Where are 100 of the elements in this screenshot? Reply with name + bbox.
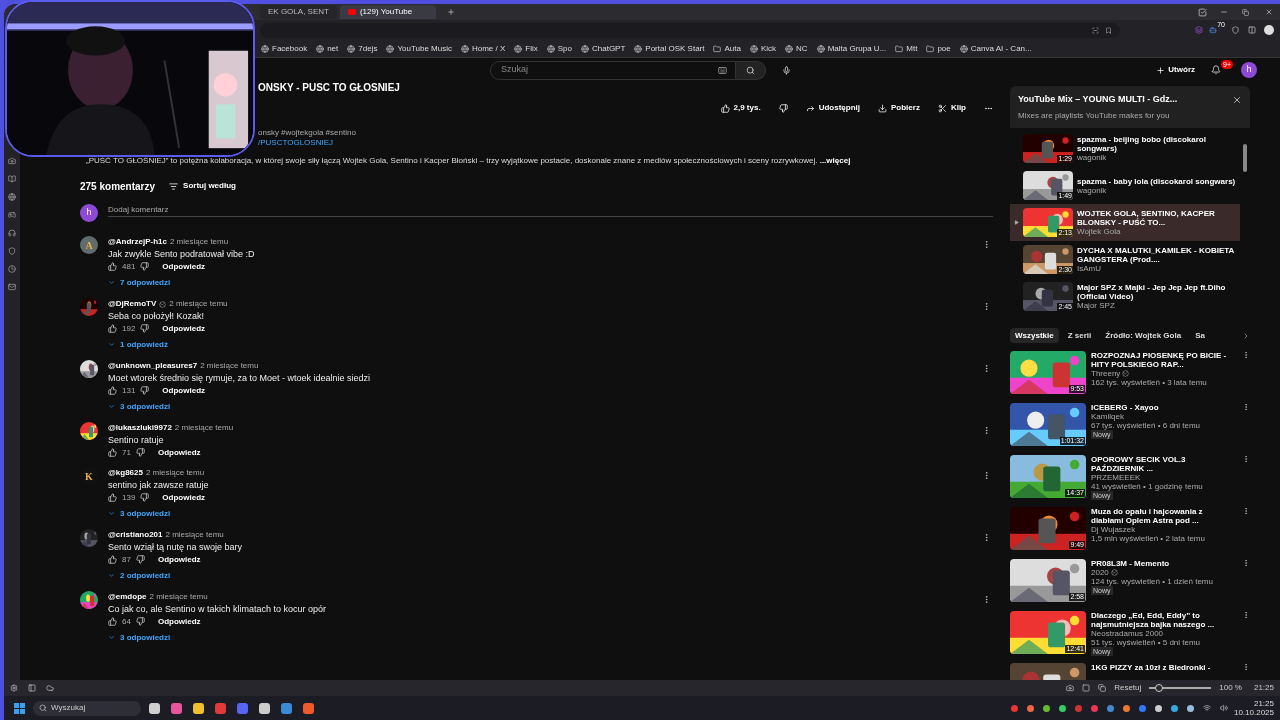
filter-chip[interactable]: Sa <box>1190 328 1210 343</box>
more-link[interactable]: ...więcej <box>819 156 851 166</box>
bookmark-item[interactable]: Home / X <box>460 42 506 55</box>
dislike-icon[interactable] <box>135 448 145 457</box>
dislike-icon[interactable] <box>135 617 145 626</box>
comment-author[interactable]: @cristiano201 <box>108 529 163 541</box>
user-avatar[interactable]: h <box>1241 62 1257 78</box>
hashtags[interactable]: onsky #wojtekgola #sentino <box>258 128 356 138</box>
channel-name[interactable]: Dj Wujaszek <box>1091 525 1136 534</box>
video-title[interactable]: OPOROWY SECIK VOL.3 PAŹDZIERNIK ... <box>1091 455 1237 473</box>
link[interactable]: /PUSCTOGLOSNIEJ <box>258 138 333 148</box>
taskbar-search-field[interactable]: Wyszukaj <box>33 700 141 716</box>
sidebar-app-icon[interactable] <box>8 229 16 237</box>
app-icon[interactable] <box>193 702 204 714</box>
channel-name[interactable]: 2020 <box>1091 568 1109 577</box>
address-field[interactable] <box>260 22 1120 38</box>
close-icon[interactable] <box>1232 95 1242 105</box>
bookmark-item[interactable]: Portal OSK Start <box>634 42 705 55</box>
bookmark-item[interactable]: poe <box>926 42 951 55</box>
comment-field[interactable]: Dodaj komentarz <box>108 204 993 217</box>
search-button[interactable] <box>736 60 766 80</box>
video-title[interactable]: PR08L3M - Memento <box>1091 559 1237 568</box>
video-title[interactable]: ROZPOZNAJ PIOSENKĘ PO BICIE - HITY POLSKIEGO RAP... <box>1091 351 1237 369</box>
more-icon[interactable] <box>1242 403 1250 411</box>
channel-name[interactable]: Threeny <box>1091 369 1121 378</box>
bookmark-item[interactable]: Mtt <box>895 42 918 55</box>
panel-icon[interactable] <box>28 684 36 692</box>
comment-author[interactable]: @lukaszluki9972 <box>108 422 172 434</box>
bookmark-item[interactable]: Canva AI - Can... <box>959 42 1032 55</box>
like-icon[interactable] <box>108 448 117 457</box>
replies-toggle[interactable]: 2 odpowiedzi <box>108 571 171 580</box>
checklist-icon[interactable] <box>1198 7 1207 17</box>
comment-time[interactable]: 2 miesiące temu <box>200 360 259 372</box>
video-title[interactable]: Dlaczego „Ed, Edd, Eddy” to najsmutniejsza bajka naszego ... <box>1091 611 1237 629</box>
more-icon[interactable] <box>1242 351 1250 359</box>
reply-button[interactable]: Odpowiedz <box>162 324 206 333</box>
more-icon[interactable] <box>1242 611 1250 619</box>
replies-toggle[interactable]: 7 odpowiedzi <box>108 278 171 287</box>
sidebar-app-icon[interactable] <box>8 175 16 183</box>
reply-button[interactable]: Odpowiedz <box>162 386 206 395</box>
sidebar-app-icon[interactable] <box>8 283 16 291</box>
more-icon[interactable] <box>982 302 991 311</box>
next-icon[interactable] <box>1242 331 1250 340</box>
bookmark-icon[interactable] <box>1105 26 1112 34</box>
like-icon[interactable] <box>108 493 117 502</box>
comment-author[interactable]: @DjRemoTV <box>108 298 157 310</box>
more-icon[interactable] <box>982 426 991 435</box>
comment-author[interactable]: @kg8625 <box>108 467 143 479</box>
channel-name[interactable]: Neostradamus 2000 <box>1091 629 1164 638</box>
slider-thumb[interactable] <box>1154 684 1163 692</box>
action-button[interactable]: Udostępnij <box>805 102 860 114</box>
sidebar-icon[interactable] <box>1248 26 1256 34</box>
dislike-icon[interactable] <box>140 386 150 395</box>
like-icon[interactable] <box>108 555 117 564</box>
filter-chip[interactable]: Z serii <box>1062 328 1097 343</box>
comment-time[interactable]: 2 miesiące temu <box>165 529 224 541</box>
sidebar-app-icon[interactable] <box>8 247 16 255</box>
app-icon[interactable] <box>281 702 292 714</box>
like-icon[interactable] <box>108 262 117 271</box>
replies-toggle[interactable]: 3 odpowiedzi <box>108 633 171 642</box>
keyboard-icon[interactable] <box>718 65 727 75</box>
bookmark-item[interactable]: Facebook <box>261 42 308 55</box>
more-icon[interactable] <box>982 471 991 480</box>
scrollbar[interactable] <box>1243 144 1247 172</box>
like-icon[interactable] <box>108 386 117 395</box>
action-button[interactable]: Klip <box>937 102 966 114</box>
app-icon[interactable] <box>259 702 270 714</box>
reply-button[interactable]: Odpowiedz <box>162 262 206 271</box>
create-button[interactable]: Utwórz <box>1156 64 1195 76</box>
bookmark-item[interactable]: NC <box>785 42 808 55</box>
channel-name[interactable]: PRZEMEEEK <box>1091 473 1141 482</box>
action-button[interactable]: Pobierz <box>878 102 920 114</box>
like-icon[interactable] <box>108 324 117 333</box>
replies-toggle[interactable]: 3 odpowiedzi <box>108 402 171 411</box>
more-icon[interactable] <box>1242 663 1250 671</box>
bookmark-item[interactable]: net <box>316 42 339 55</box>
profile-icon[interactable] <box>1264 25 1274 35</box>
dislike-icon[interactable] <box>135 555 145 564</box>
more-icon[interactable] <box>1242 455 1250 463</box>
bookmark-item[interactable]: Flix <box>514 42 538 55</box>
channel-name[interactable]: Kamilqek <box>1091 412 1124 421</box>
dislike-icon[interactable] <box>140 493 150 502</box>
replies-toggle[interactable]: 3 odpowiedzi <box>108 509 171 518</box>
more-icon[interactable] <box>982 240 991 249</box>
reply-button[interactable]: Odpowiedz <box>162 493 206 502</box>
reply-button[interactable]: Odpowiedz <box>157 617 201 626</box>
sidebar-app-icon[interactable] <box>8 265 16 273</box>
sidebar-app-icon[interactable] <box>8 193 16 201</box>
filter-chip[interactable]: Źródło: Wojtek Gola <box>1100 328 1187 343</box>
copy-icon[interactable] <box>1098 684 1107 692</box>
comment-author[interactable]: @unknown_pleasures7 <box>108 360 198 372</box>
reply-button[interactable]: Odpowiedz <box>157 555 201 564</box>
bookmark-item[interactable]: ChatGPT <box>581 42 626 55</box>
settings-icon[interactable] <box>10 684 18 692</box>
comment-author[interactable]: @AndrzejP-h1c <box>108 236 167 248</box>
sort-button[interactable]: Sortuj według <box>169 180 236 192</box>
comment-time[interactable]: 2 miesiące temu <box>145 467 205 479</box>
filter-chip[interactable]: Wszystkie <box>1010 328 1059 343</box>
browser-tab[interactable]: EK GOLA, SENT <box>260 5 337 19</box>
bookmark-item[interactable]: 7dejs <box>347 42 378 55</box>
